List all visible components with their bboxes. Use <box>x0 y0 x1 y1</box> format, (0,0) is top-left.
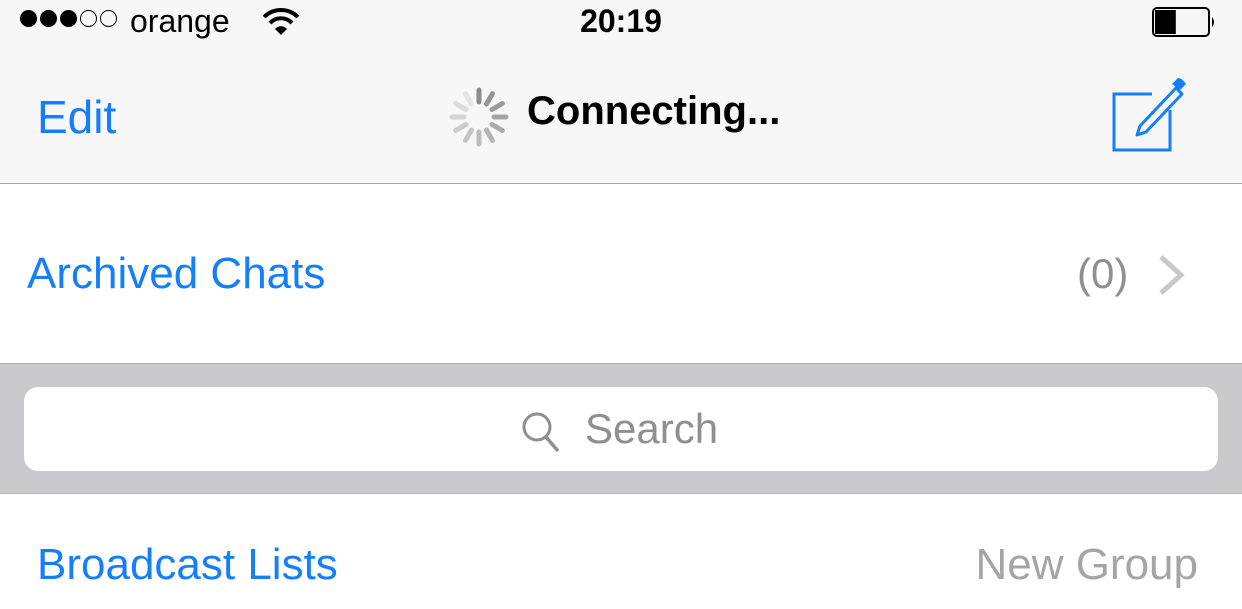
chevron-right-icon <box>1159 255 1185 295</box>
compose-icon[interactable] <box>1110 76 1186 152</box>
archived-chats-label[interactable]: Archived Chats <box>27 249 325 299</box>
page-title: Connecting... <box>527 89 781 133</box>
activity-spinner-icon <box>449 87 509 147</box>
new-group-link[interactable]: New Group <box>975 540 1198 590</box>
broadcast-lists-link[interactable]: Broadcast Lists <box>37 540 338 590</box>
spinner-spoke <box>453 101 469 112</box>
spinner-spoke <box>453 122 469 133</box>
spinner-spoke <box>484 127 495 143</box>
edit-button[interactable]: Edit <box>37 90 116 144</box>
spinner-spoke <box>489 101 505 112</box>
battery-icon <box>1152 7 1214 37</box>
spinner-spoke <box>463 91 474 107</box>
archived-count: (0) <box>1077 250 1129 297</box>
search-placeholder: Search <box>585 405 719 452</box>
spinner-spoke <box>484 91 495 107</box>
status-bar: orange 20:19 <box>0 0 1242 48</box>
search-icon <box>522 412 560 453</box>
spinner-spoke <box>489 122 505 133</box>
clock: 20:19 <box>580 3 662 39</box>
spinner-spoke <box>463 127 474 143</box>
